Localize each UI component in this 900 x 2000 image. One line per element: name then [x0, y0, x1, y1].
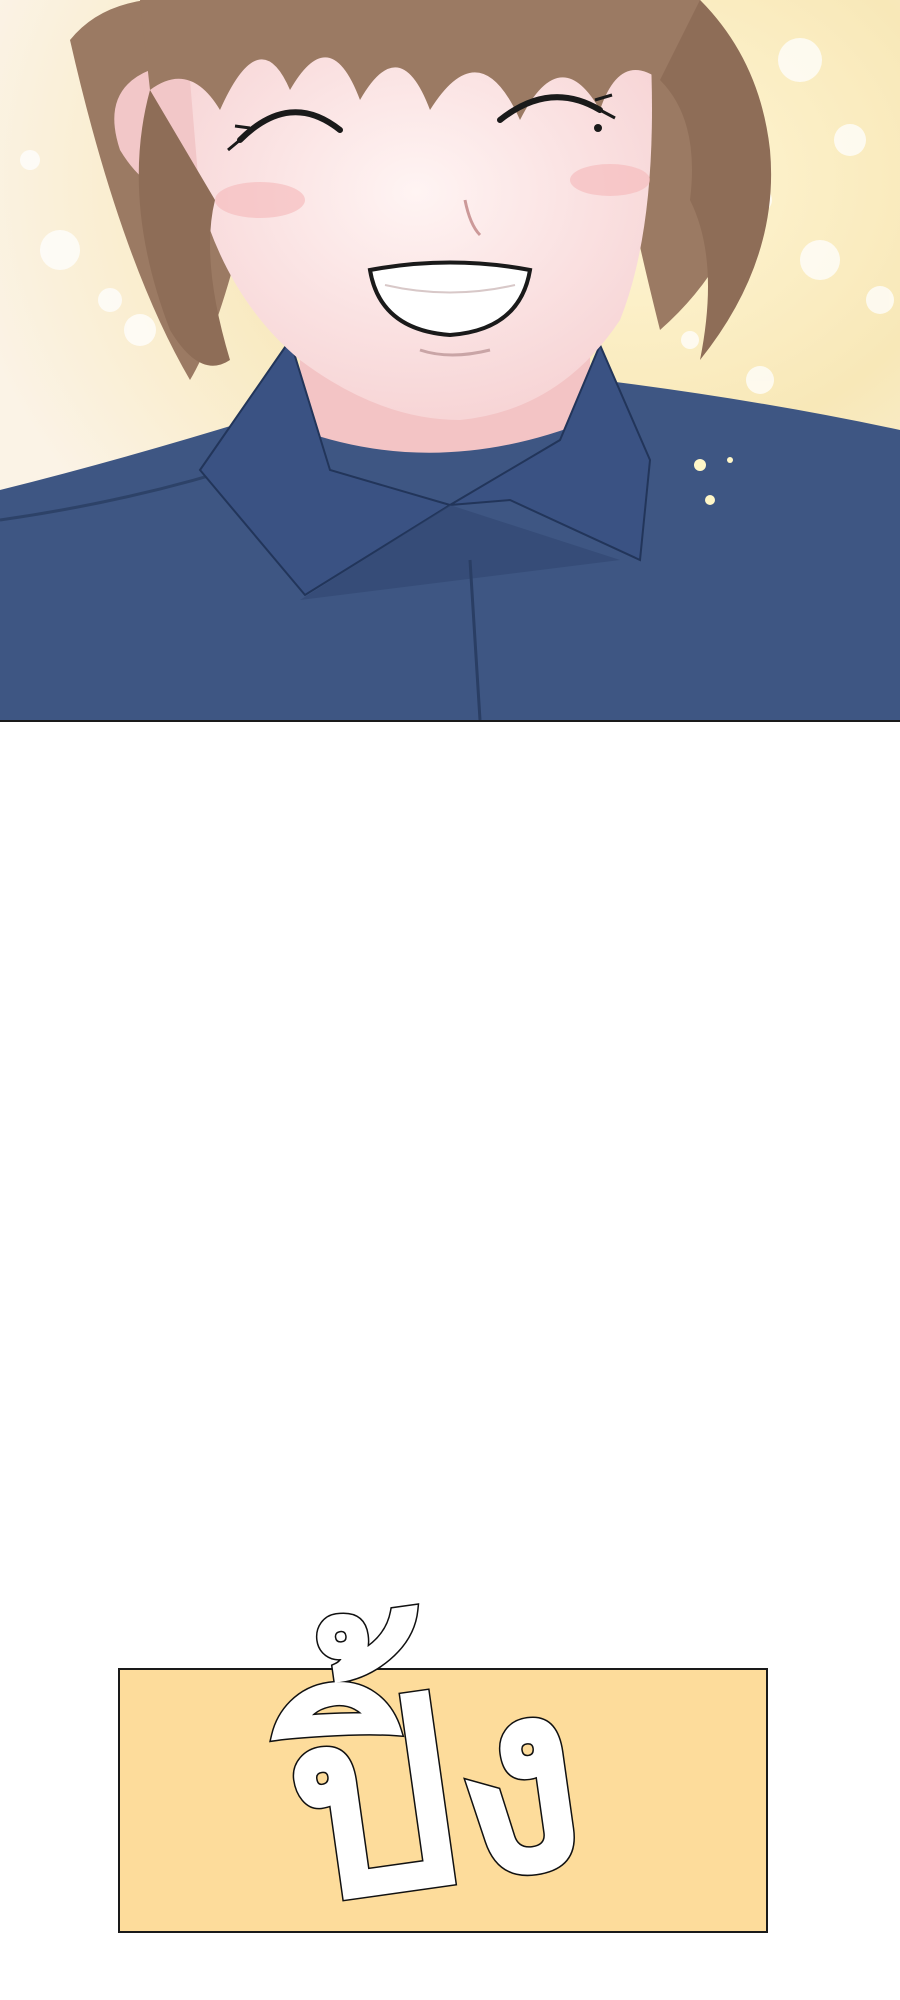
sfx-ping-text: ปิ้ง	[253, 1583, 600, 1964]
sound-effect-text: ปิ้ง	[252, 1582, 602, 1966]
